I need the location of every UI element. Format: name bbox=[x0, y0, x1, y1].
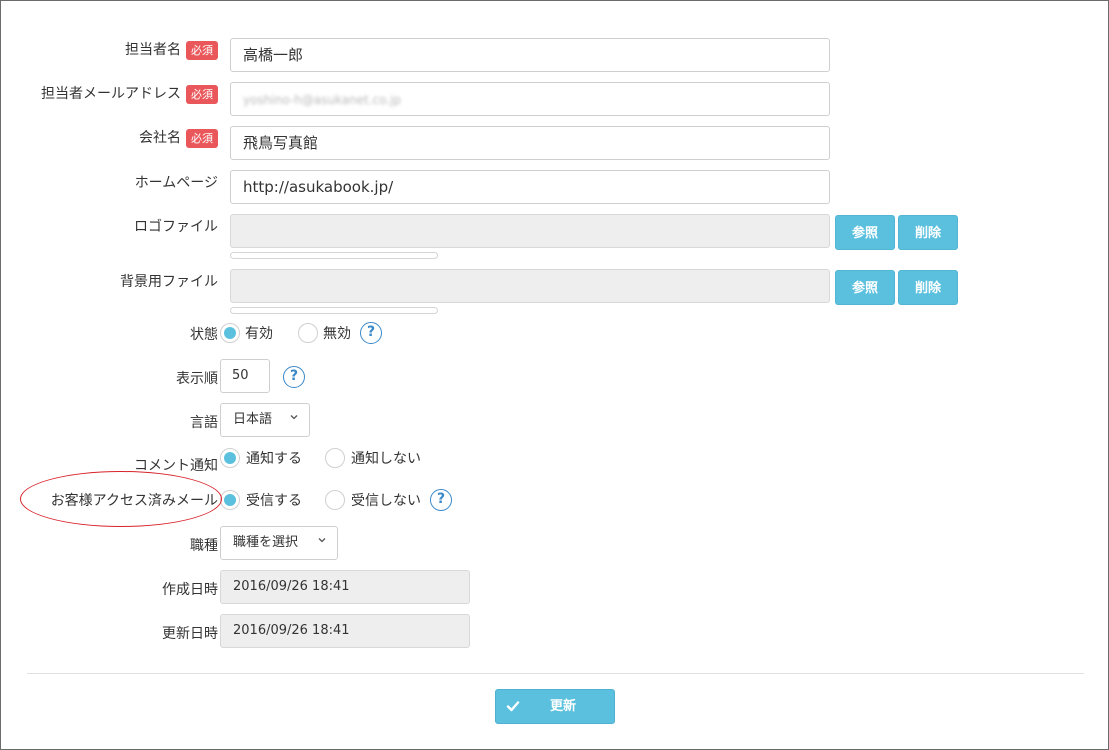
status-radio-inactive[interactable] bbox=[298, 323, 318, 343]
homepage-input[interactable]: http://asukabook.jp/ bbox=[230, 170, 830, 204]
required-badge: 必須 bbox=[186, 128, 218, 148]
help-icon-display-order[interactable]: ? bbox=[283, 366, 305, 388]
update-button[interactable]: 更新 bbox=[495, 689, 615, 724]
label-job-type: 職種 bbox=[190, 538, 218, 554]
chevron-down-icon bbox=[290, 415, 298, 420]
comment-notify-radio-off[interactable] bbox=[325, 448, 345, 468]
form-panel: 担当者名 必須 高橋一郎 担当者メールアドレス 必須 yoshino-h@asuka… bbox=[0, 0, 1109, 750]
label-access-mail: お客様アクセス済みメール bbox=[50, 493, 218, 509]
tantou-name-input[interactable]: 高橋一郎 bbox=[230, 38, 830, 72]
email-value: yoshino-h@asukanet.co.jp bbox=[243, 93, 402, 107]
logo-file-input[interactable] bbox=[230, 214, 830, 248]
help-icon-status[interactable]: ? bbox=[360, 322, 382, 344]
label-bg-file: 背景用ファイル bbox=[120, 274, 218, 290]
divider bbox=[27, 673, 1084, 674]
logo-progress-bar bbox=[230, 252, 438, 259]
required-badge: 必須 bbox=[186, 40, 218, 60]
access-mail-option-off: 受信しない bbox=[351, 493, 421, 509]
bg-file-input[interactable] bbox=[230, 269, 830, 303]
created-datetime-field: 2016/09/26 18:41 bbox=[220, 570, 470, 604]
job-type-select[interactable]: 職種を選択 bbox=[220, 526, 338, 560]
label-homepage: ホームページ bbox=[134, 175, 218, 191]
access-mail-radio-on[interactable] bbox=[220, 490, 240, 510]
label-tantou-name: 担当者名 必須 bbox=[125, 39, 218, 60]
required-badge: 必須 bbox=[186, 84, 218, 104]
help-icon-access-mail[interactable]: ? bbox=[430, 489, 452, 511]
language-value: 日本語 bbox=[233, 412, 273, 427]
comment-notify-option-on: 通知する bbox=[246, 451, 302, 467]
logo-delete-button[interactable]: 削除 bbox=[898, 215, 958, 250]
job-type-value: 職種を選択 bbox=[233, 535, 299, 550]
chevron-down-icon bbox=[318, 538, 326, 543]
label-tantou-email: 担当者メールアドレス 必須 bbox=[41, 83, 218, 104]
label-display-order: 表示順 bbox=[176, 371, 218, 387]
update-button-label: 更新 bbox=[549, 699, 576, 714]
display-order-input[interactable]: 50 bbox=[220, 359, 270, 393]
label-comment-notify: コメント通知 bbox=[134, 458, 218, 474]
bg-browse-button[interactable]: 参照 bbox=[835, 270, 895, 305]
bg-delete-button[interactable]: 削除 bbox=[898, 270, 958, 305]
comment-notify-radio-on[interactable] bbox=[220, 448, 240, 468]
status-option-active: 有効 bbox=[245, 326, 273, 342]
company-input[interactable]: 飛鳥写真館 bbox=[230, 126, 830, 160]
access-mail-option-on: 受信する bbox=[246, 493, 302, 509]
label-status: 状態 bbox=[190, 327, 218, 343]
label-company: 会社名 必須 bbox=[139, 127, 218, 148]
logo-browse-button[interactable]: 参照 bbox=[835, 215, 895, 250]
label-language: 言語 bbox=[190, 415, 218, 431]
label-logo-file: ロゴファイル bbox=[134, 219, 218, 235]
comment-notify-option-off: 通知しない bbox=[351, 451, 421, 467]
language-select[interactable]: 日本語 bbox=[220, 403, 310, 437]
tantou-email-input[interactable]: yoshino-h@asukanet.co.jp bbox=[230, 82, 830, 116]
updated-datetime-field: 2016/09/26 18:41 bbox=[220, 614, 470, 648]
checkmark-icon bbox=[506, 701, 520, 712]
label-created: 作成日時 bbox=[162, 582, 218, 598]
bg-progress-bar bbox=[230, 307, 438, 314]
status-radio-active[interactable] bbox=[220, 323, 240, 343]
access-mail-radio-off[interactable] bbox=[325, 490, 345, 510]
status-option-inactive: 無効 bbox=[323, 326, 351, 342]
label-updated: 更新日時 bbox=[162, 626, 218, 642]
